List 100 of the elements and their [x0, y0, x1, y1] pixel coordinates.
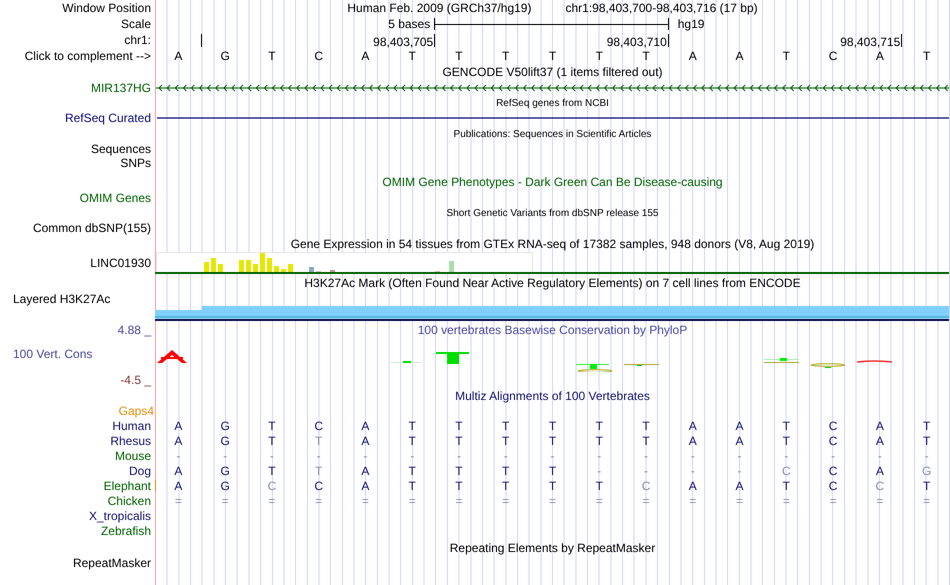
aligned-base: -: [738, 464, 742, 478]
aligned-base: A: [736, 418, 744, 432]
aligned-base: =: [782, 494, 790, 508]
sequence-base: A: [174, 49, 182, 63]
species-label[interactable]: Elephant: [104, 478, 151, 492]
aligned-base: A: [174, 464, 182, 478]
aligned-base: T: [922, 418, 930, 432]
aligned-base: =: [455, 494, 462, 508]
aligned-base: T: [455, 418, 463, 432]
aligned-base: -: [690, 448, 695, 462]
track-title: Publications: Sequences in Scientific Articles: [454, 128, 652, 140]
aligned-base: -: [738, 448, 742, 462]
aligned-base: A: [361, 434, 370, 448]
aligned-base: T: [548, 478, 556, 492]
aligned-base: T: [922, 434, 930, 448]
sequence-base: T: [596, 49, 603, 63]
track-label[interactable]: MIR137HG: [90, 81, 151, 95]
aligned-base: T: [502, 464, 510, 478]
aligned-base: -: [924, 448, 929, 462]
track-label[interactable]: 100 Vert. Cons: [13, 347, 92, 361]
aligned-base: T: [408, 464, 416, 478]
aligned-base: =: [174, 494, 182, 508]
assembly-text: hg19: [678, 17, 704, 31]
track-label[interactable]: -4.5 _: [120, 373, 151, 387]
aligned-base: =: [736, 494, 744, 508]
aligned-base: G: [922, 464, 932, 478]
sequence-base: A: [361, 49, 370, 63]
track-label[interactable]: OMIM Genes: [80, 191, 151, 205]
aligned-base: A: [361, 478, 370, 492]
aligned-base: C: [268, 478, 276, 492]
aligned-base: -: [316, 448, 321, 462]
aligned-base: G: [220, 418, 230, 432]
aligned-base: -: [456, 448, 461, 462]
track-label[interactable]: RepeatMasker: [72, 556, 151, 570]
aligned-base: =: [362, 494, 369, 508]
track-title: 100 vertebrates Basewise Conservation by PhyloP: [418, 323, 688, 337]
sequence-base: A: [736, 49, 744, 63]
aligned-base: -: [270, 448, 274, 462]
aligned-base: T: [548, 464, 556, 478]
sequence-base: T: [455, 49, 463, 63]
aligned-base: -: [597, 448, 602, 462]
species-label[interactable]: Rhesus: [110, 434, 151, 448]
sequence-base: A: [876, 49, 884, 63]
track-label[interactable]: Sequences: [90, 142, 151, 156]
aligned-base: T: [268, 418, 276, 432]
aligned-base: T: [782, 418, 790, 432]
track-title: Gene Expression in 54 tissues from GTEx RNA-seq of 17382 samples, 948 donors (V8, Aug 2019): [290, 237, 814, 251]
aligned-base: T: [455, 478, 463, 492]
track-title: Repeating Elements by RepeatMasker: [450, 541, 656, 555]
species-label[interactable]: Mouse: [114, 448, 151, 462]
aligned-base: =: [830, 494, 837, 508]
track-label[interactable]: Layered H3K27Ac: [13, 292, 110, 306]
aligned-base: =: [642, 494, 650, 508]
aligned-base: -: [410, 448, 414, 462]
aligned-base: =: [268, 494, 276, 508]
aligned-base: T: [596, 434, 603, 448]
aligned-base: C: [642, 478, 650, 492]
complement-link[interactable]: Click to complement -->: [24, 49, 151, 63]
sequence-base: G: [220, 49, 230, 63]
species-label[interactable]: Human: [112, 418, 151, 432]
track-title: OMIM Gene Phenotypes - Dark Green Can Be Disease-causing: [382, 175, 723, 189]
sequence-base: T: [642, 49, 650, 63]
track-label[interactable]: LINC01930: [90, 256, 151, 270]
aligned-base: =: [548, 494, 556, 508]
aligned-base: T: [502, 478, 510, 492]
species-label[interactable]: X_tropicalis: [88, 508, 151, 522]
aligned-base: T: [782, 434, 790, 448]
track-title: GENCODE V50lift37 (1 items filtered out): [442, 65, 663, 79]
aligned-base: G: [220, 434, 230, 448]
track-label[interactable]: 4.88 _: [118, 323, 151, 337]
aligned-base: T: [502, 434, 510, 448]
track-label[interactable]: Common dbSNP(155): [32, 221, 151, 235]
sequence-base: T: [408, 49, 416, 63]
sequence-base: T: [548, 49, 556, 63]
aligned-base: A: [736, 478, 744, 492]
aligned-base: A: [174, 478, 182, 492]
aligned-base: T: [408, 478, 416, 492]
species-label[interactable]: Dog: [128, 464, 151, 478]
aligned-base: T: [268, 464, 276, 478]
aligned-base: A: [688, 434, 697, 448]
track-label[interactable]: SNPs: [120, 156, 151, 170]
aligned-base: C: [828, 418, 838, 432]
aligned-base: C: [314, 478, 323, 492]
aligned-base: -: [176, 448, 180, 462]
scale-text: 5 bases: [388, 17, 430, 31]
aligned-base: A: [361, 418, 370, 432]
ruler-label: 98,403,715: [840, 35, 900, 49]
track-label[interactable]: RefSeq Curated: [64, 111, 151, 125]
aligned-base: T: [642, 418, 650, 432]
sequence-base: T: [502, 49, 510, 63]
aligned-base: -: [597, 464, 602, 478]
aligned-base: T: [314, 464, 322, 478]
track-title: Multiz Alignments of 100 Vertebrates: [455, 389, 650, 403]
aligned-base: T: [268, 434, 276, 448]
aligned-base: =: [222, 494, 229, 508]
species-label[interactable]: Chicken: [108, 494, 151, 508]
track-title: Short Genetic Variants from dbSNP release 155: [446, 208, 658, 218]
species-label[interactable]: Zebrafish: [100, 524, 151, 538]
aligned-base: T: [548, 418, 556, 432]
aligned-base: C: [314, 418, 323, 432]
